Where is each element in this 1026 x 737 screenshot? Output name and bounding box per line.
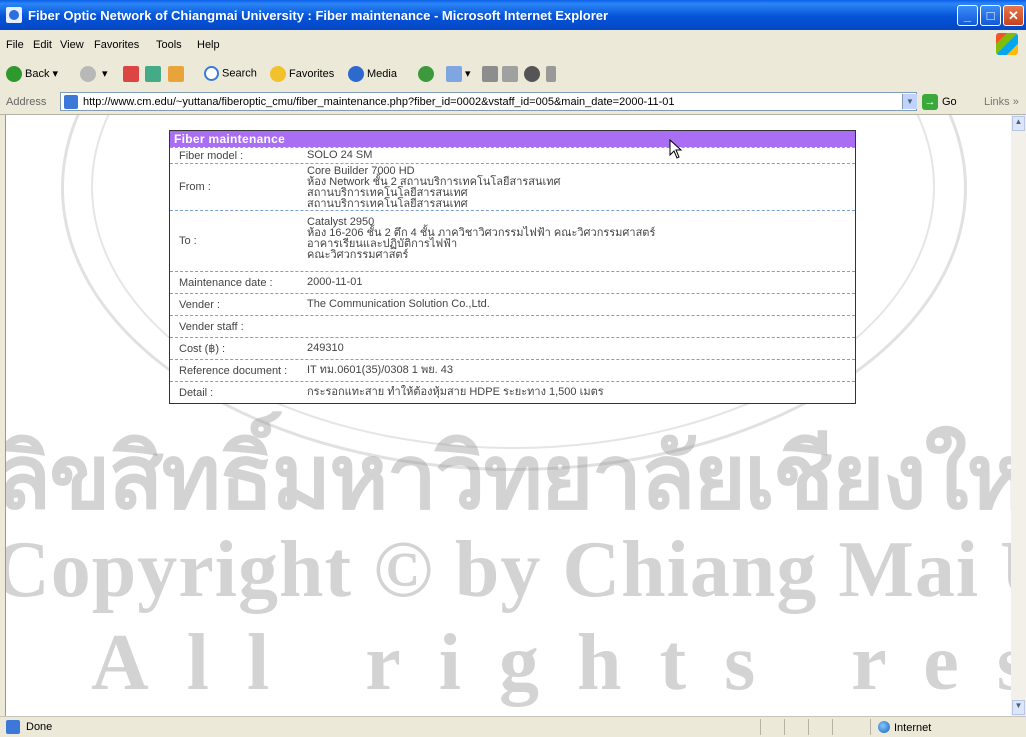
row-value (297, 316, 855, 337)
menu-file[interactable]: File (6, 39, 24, 51)
status-bar: Done Internet (0, 716, 1026, 737)
row-maintenance-date: Maintenance date : 2000-11-01 (170, 271, 855, 293)
stop-icon (123, 66, 139, 82)
row-from: From : Core Builder 7000 HD ห้อง Network… (170, 163, 855, 210)
stop-button[interactable] (123, 66, 142, 82)
forward-button[interactable]: ▾ (80, 66, 108, 82)
windows-logo-icon (996, 33, 1018, 55)
media-icon (348, 66, 364, 82)
search-button[interactable]: Search (204, 66, 257, 81)
row-label: Detail : (179, 386, 214, 399)
fiber-maintenance-panel: Fiber maintenance Fiber model : SOLO 24 … (169, 130, 856, 404)
address-input[interactable]: http://www.cm.edu/~yuttana/fiberoptic_cm… (60, 92, 917, 111)
menu-bar: File Edit View Favorites Tools Help (0, 30, 1026, 61)
refresh-icon (145, 66, 161, 82)
row-label: To : (179, 235, 197, 247)
media-button[interactable]: Media (348, 66, 397, 82)
ie-icon (6, 7, 22, 23)
research-icon (546, 66, 556, 82)
status-divider (832, 719, 833, 735)
address-dropdown-button[interactable]: ▼ (902, 94, 917, 109)
history-icon (418, 66, 434, 82)
home-icon (168, 66, 184, 82)
status-divider (808, 719, 809, 735)
mail-button[interactable]: ▾ (446, 66, 471, 82)
edit-button[interactable] (502, 66, 521, 82)
globe-icon (878, 721, 890, 733)
status-divider (760, 719, 761, 735)
menu-view[interactable]: View (60, 39, 84, 51)
minimize-button[interactable]: _ (957, 5, 978, 26)
row-detail: Detail : กระรอกแทะสาย ทำให้ต้องหุ้มสาย H… (170, 381, 855, 403)
row-vender: Vender : The Communication Solution Co.,… (170, 293, 855, 315)
row-value: Catalyst 2950 ห้อง 16-206 ชั้น 2 ตึก 4 ช… (307, 216, 656, 261)
menu-help[interactable]: Help (197, 39, 220, 51)
star-icon (270, 66, 286, 82)
go-button[interactable]: → Go (922, 94, 957, 110)
row-vender-staff: Vender staff : (170, 315, 855, 337)
maximize-button[interactable]: □ (980, 5, 1001, 26)
row-value: The Communication Solution Co.,Ltd. (307, 298, 490, 310)
security-zone: Internet (878, 721, 931, 734)
panel-heading: Fiber maintenance (170, 131, 855, 147)
forward-arrow-icon (80, 66, 96, 82)
menu-edit[interactable]: Edit (33, 39, 52, 51)
back-arrow-icon (6, 66, 22, 82)
research-button[interactable] (546, 66, 559, 82)
scroll-down-button[interactable]: ▼ (1012, 700, 1025, 715)
row-to: To : Catalyst 2950 ห้อง 16-206 ชั้น 2 ตึ… (170, 210, 855, 271)
watermark-copyright: Copyright © by Chiang Mai University (5, 526, 1012, 614)
print-icon (482, 66, 498, 82)
row-value: IT ทม.0601(35)/0308 1 พย. 43 (307, 364, 454, 376)
address-bar: Address http://www.cm.edu/~yuttana/fiber… (0, 90, 1026, 115)
edit-icon (502, 66, 518, 82)
close-button[interactable]: ✕ (1003, 5, 1024, 26)
home-button[interactable] (168, 66, 187, 82)
row-label: Vender staff : (179, 320, 244, 333)
status-text: Done (26, 721, 53, 733)
messenger-icon (524, 66, 540, 82)
window-title: Fiber Optic Network of Chiangmai Univers… (28, 8, 609, 23)
favorites-button[interactable]: Favorites (270, 66, 334, 82)
scroll-up-button[interactable]: ▲ (1012, 116, 1025, 131)
watermark-rights: All rights reserved (91, 619, 1012, 707)
row-value: กระรอกแทะสาย ทำให้ต้องหุ้มสาย HDPE ระยะท… (307, 386, 604, 398)
menu-favorites[interactable]: Favorites (94, 39, 139, 51)
vertical-scrollbar[interactable]: ▲ ▼ (1011, 115, 1026, 716)
messenger-button[interactable] (524, 66, 543, 82)
page-icon (64, 95, 78, 109)
row-value: Core Builder 7000 HD ห้อง Network ชั้น 2… (307, 165, 561, 210)
mail-icon (446, 66, 462, 82)
row-value: 249310 (307, 342, 344, 354)
go-arrow-icon: → (922, 94, 938, 110)
row-fiber-model: Fiber model : SOLO 24 SM (170, 147, 855, 163)
back-button[interactable]: Back ▾ (6, 66, 58, 82)
mouse-cursor-icon (669, 139, 683, 159)
row-label: Maintenance date : (179, 276, 273, 289)
links-button[interactable]: Links » (984, 96, 1019, 108)
row-label: Reference document : (179, 364, 288, 377)
print-button[interactable] (482, 66, 501, 82)
toolbar: Back ▾ ▾ Search Favorites Media ▾ (0, 60, 1026, 91)
row-label: Cost (฿) : (179, 343, 226, 355)
status-divider (784, 719, 785, 735)
address-label: Address (6, 96, 47, 108)
title-bar: Fiber Optic Network of Chiangmai Univers… (0, 0, 1026, 30)
refresh-button[interactable] (145, 66, 164, 82)
history-button[interactable] (418, 66, 437, 82)
menu-tools[interactable]: Tools (156, 39, 182, 51)
row-value: 2000-11-01 (307, 276, 363, 288)
status-divider (870, 719, 871, 735)
row-reference-document: Reference document : IT ทม.0601(35)/0308… (170, 359, 855, 381)
row-cost: Cost (฿) : 249310 (170, 337, 855, 359)
page-viewport: ลิขสิทธิ์มหาวิทยาลัยเชียงใหม่ Copyright … (5, 115, 1012, 716)
search-icon (204, 66, 219, 81)
address-url[interactable]: http://www.cm.edu/~yuttana/fiberoptic_cm… (83, 96, 675, 108)
row-label: Vender : (179, 298, 220, 311)
page-icon (6, 720, 20, 734)
row-label: From : (179, 181, 211, 193)
row-label: Fiber model : (179, 149, 244, 162)
row-value: SOLO 24 SM (307, 149, 373, 161)
